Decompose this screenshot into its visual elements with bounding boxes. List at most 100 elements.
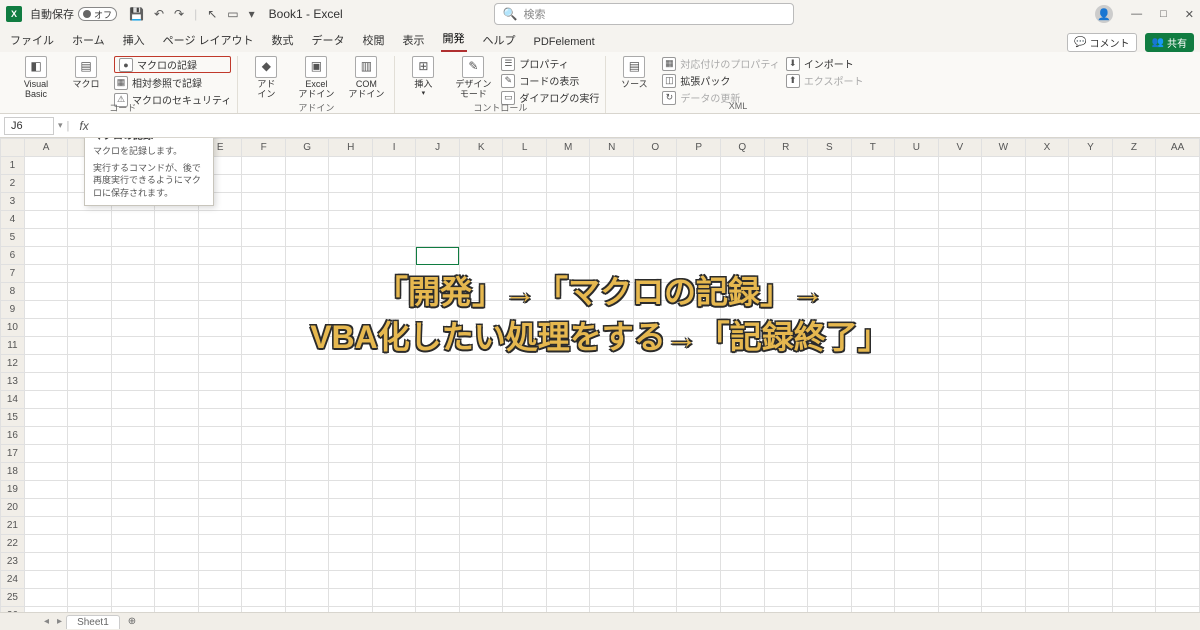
cell[interactable]: [198, 247, 242, 265]
cell[interactable]: [1025, 175, 1069, 193]
cell[interactable]: [111, 391, 155, 409]
row-header[interactable]: 15: [1, 409, 25, 427]
cell[interactable]: [1069, 553, 1113, 571]
cell[interactable]: [895, 193, 939, 211]
cell[interactable]: [372, 373, 415, 391]
cell[interactable]: [1069, 373, 1113, 391]
cell[interactable]: [503, 193, 547, 211]
col-header[interactable]: P: [677, 139, 721, 157]
cell[interactable]: [416, 427, 459, 445]
cell[interactable]: [982, 193, 1026, 211]
cell[interactable]: [198, 481, 242, 499]
cell[interactable]: [546, 571, 590, 589]
cell[interactable]: [503, 391, 547, 409]
cell[interactable]: [590, 211, 634, 229]
cell[interactable]: [677, 211, 721, 229]
cell[interactable]: [285, 553, 329, 571]
cell[interactable]: [1156, 535, 1200, 553]
cell[interactable]: [1156, 409, 1200, 427]
cell[interactable]: [24, 517, 68, 535]
cell[interactable]: [329, 391, 373, 409]
cell[interactable]: [1156, 589, 1200, 607]
cell[interactable]: [459, 175, 503, 193]
cell[interactable]: [1025, 463, 1069, 481]
cell[interactable]: [721, 589, 765, 607]
cell[interactable]: [155, 571, 199, 589]
row-header[interactable]: 17: [1, 445, 25, 463]
cell[interactable]: [503, 427, 547, 445]
cell[interactable]: [633, 481, 677, 499]
cell[interactable]: [677, 517, 721, 535]
cell[interactable]: [459, 373, 503, 391]
cell[interactable]: [503, 373, 547, 391]
cell[interactable]: [1156, 193, 1200, 211]
tab-data[interactable]: データ: [310, 30, 347, 52]
cell[interactable]: [677, 463, 721, 481]
cell[interactable]: [329, 499, 373, 517]
cell[interactable]: [1112, 463, 1156, 481]
cell[interactable]: [111, 463, 155, 481]
cell[interactable]: [764, 535, 808, 553]
cell[interactable]: [372, 175, 415, 193]
cell[interactable]: [1025, 427, 1069, 445]
cell[interactable]: [677, 175, 721, 193]
cell[interactable]: [633, 571, 677, 589]
cell[interactable]: [1069, 391, 1113, 409]
cell[interactable]: [155, 211, 199, 229]
cell[interactable]: [285, 481, 329, 499]
cell[interactable]: [895, 175, 939, 193]
cell[interactable]: [503, 229, 547, 247]
cell[interactable]: [24, 571, 68, 589]
cell[interactable]: [503, 499, 547, 517]
cell[interactable]: [808, 391, 852, 409]
cell[interactable]: [938, 517, 982, 535]
row-header[interactable]: 3: [1, 193, 25, 211]
cell[interactable]: [1025, 535, 1069, 553]
cell[interactable]: [111, 553, 155, 571]
excel-addin-button[interactable]: ▣Excel アドイン: [294, 56, 338, 100]
cell[interactable]: [633, 553, 677, 571]
cell[interactable]: [416, 463, 459, 481]
cell[interactable]: [851, 553, 895, 571]
cell[interactable]: [546, 373, 590, 391]
cell[interactable]: [982, 229, 1026, 247]
cell[interactable]: [155, 589, 199, 607]
cell[interactable]: [982, 157, 1026, 175]
cell[interactable]: [1069, 157, 1113, 175]
cell[interactable]: [938, 157, 982, 175]
cell[interactable]: [982, 463, 1026, 481]
cell[interactable]: [198, 229, 242, 247]
cell[interactable]: [372, 247, 415, 265]
cell[interactable]: [459, 571, 503, 589]
cell[interactable]: [808, 229, 852, 247]
cell[interactable]: [24, 409, 68, 427]
row-header[interactable]: 25: [1, 589, 25, 607]
cell[interactable]: [459, 211, 503, 229]
cell[interactable]: [372, 157, 415, 175]
cell[interactable]: [416, 193, 459, 211]
cell[interactable]: [372, 553, 415, 571]
cell[interactable]: [1069, 481, 1113, 499]
cell[interactable]: [1112, 157, 1156, 175]
cell[interactable]: [111, 571, 155, 589]
cell[interactable]: [851, 157, 895, 175]
cell[interactable]: [503, 481, 547, 499]
cell[interactable]: [155, 391, 199, 409]
cell[interactable]: [808, 211, 852, 229]
cell[interactable]: [459, 445, 503, 463]
cell[interactable]: [721, 175, 765, 193]
col-header[interactable]: L: [503, 139, 547, 157]
add-sheet-button[interactable]: ⊕: [120, 616, 144, 627]
cell[interactable]: [546, 391, 590, 409]
cell[interactable]: [938, 427, 982, 445]
cell[interactable]: [1025, 589, 1069, 607]
col-header[interactable]: Y: [1069, 139, 1113, 157]
cell[interactable]: [808, 481, 852, 499]
cell[interactable]: [895, 499, 939, 517]
cell[interactable]: [1112, 589, 1156, 607]
cell[interactable]: [851, 391, 895, 409]
col-header[interactable]: S: [808, 139, 852, 157]
cell[interactable]: [851, 589, 895, 607]
cell[interactable]: [677, 589, 721, 607]
cell[interactable]: [633, 211, 677, 229]
